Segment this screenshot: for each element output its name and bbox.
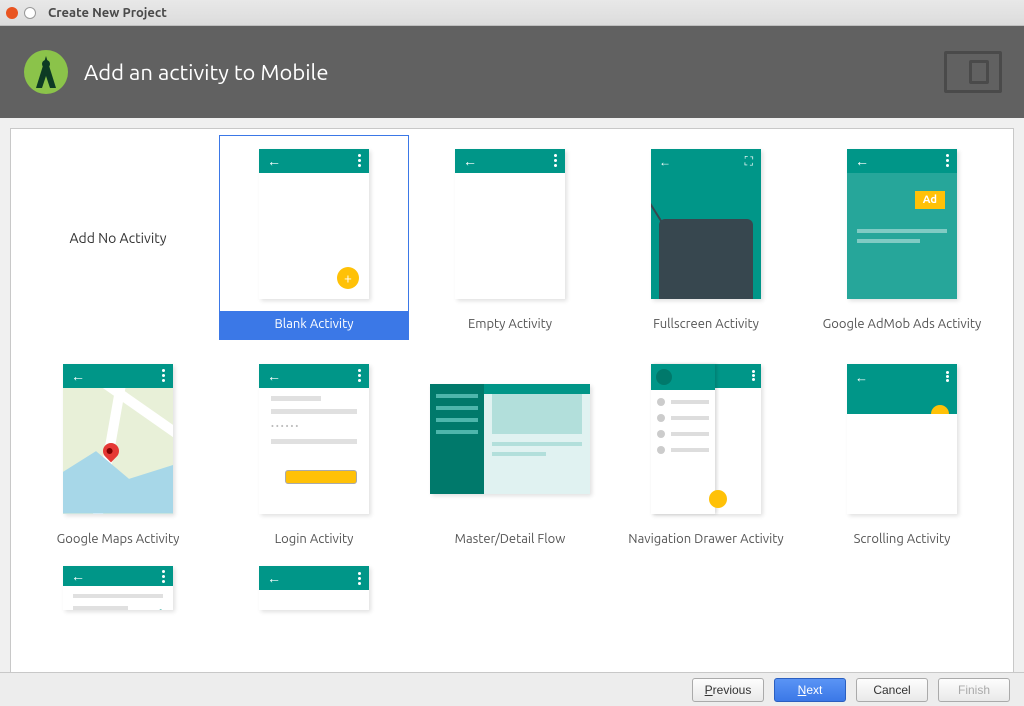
template-card-settings-partial[interactable]: ← ✔: [23, 565, 213, 617]
template-label: Scrolling Activity: [808, 526, 996, 554]
template-card-master-detail-flow[interactable]: Master/Detail Flow: [415, 350, 605, 555]
overflow-icon: [358, 572, 361, 585]
template-gallery: Add No Activity ← + Blank Activity ← Emp…: [10, 128, 1014, 673]
window-minimize-icon[interactable]: [24, 7, 36, 19]
next-button[interactable]: Next: [774, 678, 846, 702]
window-title: Create New Project: [48, 6, 167, 20]
wizard-header: Add an activity to Mobile: [0, 26, 1024, 118]
overflow-icon: [162, 570, 165, 583]
back-arrow-icon: ←: [267, 154, 281, 168]
finish-button: Finish: [938, 678, 1010, 702]
template-card-empty-activity[interactable]: ← Empty Activity: [415, 135, 605, 340]
template-label: Google AdMob Ads Activity: [808, 311, 996, 339]
fab-add-icon: +: [337, 267, 359, 289]
back-arrow-icon: ←: [71, 369, 85, 383]
back-arrow-icon: ←: [267, 369, 281, 383]
template-card-fullscreen-activity[interactable]: ← ⛶ Fullscreen Activity: [611, 135, 801, 340]
overflow-icon: [358, 369, 361, 382]
cancel-button[interactable]: Cancel: [856, 678, 928, 702]
overflow-icon: [752, 369, 755, 382]
template-label: Add No Activity: [69, 230, 166, 246]
window-titlebar: Create New Project: [0, 0, 1024, 26]
template-label: Navigation Drawer Activity: [612, 526, 800, 554]
fab-add-icon: [709, 490, 727, 508]
login-submit-icon: [285, 470, 357, 484]
template-card-scrolling-activity[interactable]: ← Scrolling Activity: [807, 350, 997, 555]
template-label: Google Maps Activity: [24, 526, 212, 554]
overflow-icon: [946, 154, 949, 167]
overflow-icon: [162, 369, 165, 382]
template-label: Empty Activity: [416, 311, 604, 339]
template-card-add-no-activity[interactable]: Add No Activity: [23, 135, 213, 340]
form-factor-icon: [944, 51, 1002, 93]
template-card-navigation-drawer-activity[interactable]: Navigation Drawer Activity: [611, 350, 801, 555]
overflow-icon: [554, 154, 557, 167]
back-arrow-icon: ←: [267, 571, 281, 585]
overflow-icon: [946, 370, 949, 383]
template-label: Fullscreen Activity: [612, 311, 800, 339]
back-arrow-icon: ←: [463, 154, 477, 168]
template-card-google-maps-activity[interactable]: ← Google Maps Activity: [23, 350, 213, 555]
back-arrow-icon: ←: [71, 569, 85, 583]
checkbox-icon: ✔: [153, 606, 163, 610]
wizard-footer: Previous Next Cancel Finish: [0, 672, 1024, 706]
avatar-icon: [656, 369, 672, 385]
template-card-tabbed-partial[interactable]: ←: [219, 565, 409, 617]
template-card-google-admob-ads-activity[interactable]: ← Ad Google AdMob Ads Activity: [807, 135, 997, 340]
previous-button[interactable]: Previous: [692, 678, 764, 702]
template-card-blank-activity[interactable]: ← + Blank Activity: [219, 135, 409, 340]
back-arrow-icon: ←: [855, 370, 868, 385]
template-card-login-activity[interactable]: ← •••••• Login Activity: [219, 350, 409, 555]
window-close-icon[interactable]: [6, 7, 18, 19]
template-label: Login Activity: [220, 526, 408, 554]
android-studio-logo-icon: [22, 48, 70, 96]
back-arrow-icon: ←: [855, 154, 869, 168]
overflow-icon: [358, 154, 361, 167]
template-label: Blank Activity: [220, 311, 408, 339]
template-label: Master/Detail Flow: [416, 526, 604, 554]
ad-badge: Ad: [915, 191, 945, 209]
header-title: Add an activity to Mobile: [84, 60, 328, 85]
